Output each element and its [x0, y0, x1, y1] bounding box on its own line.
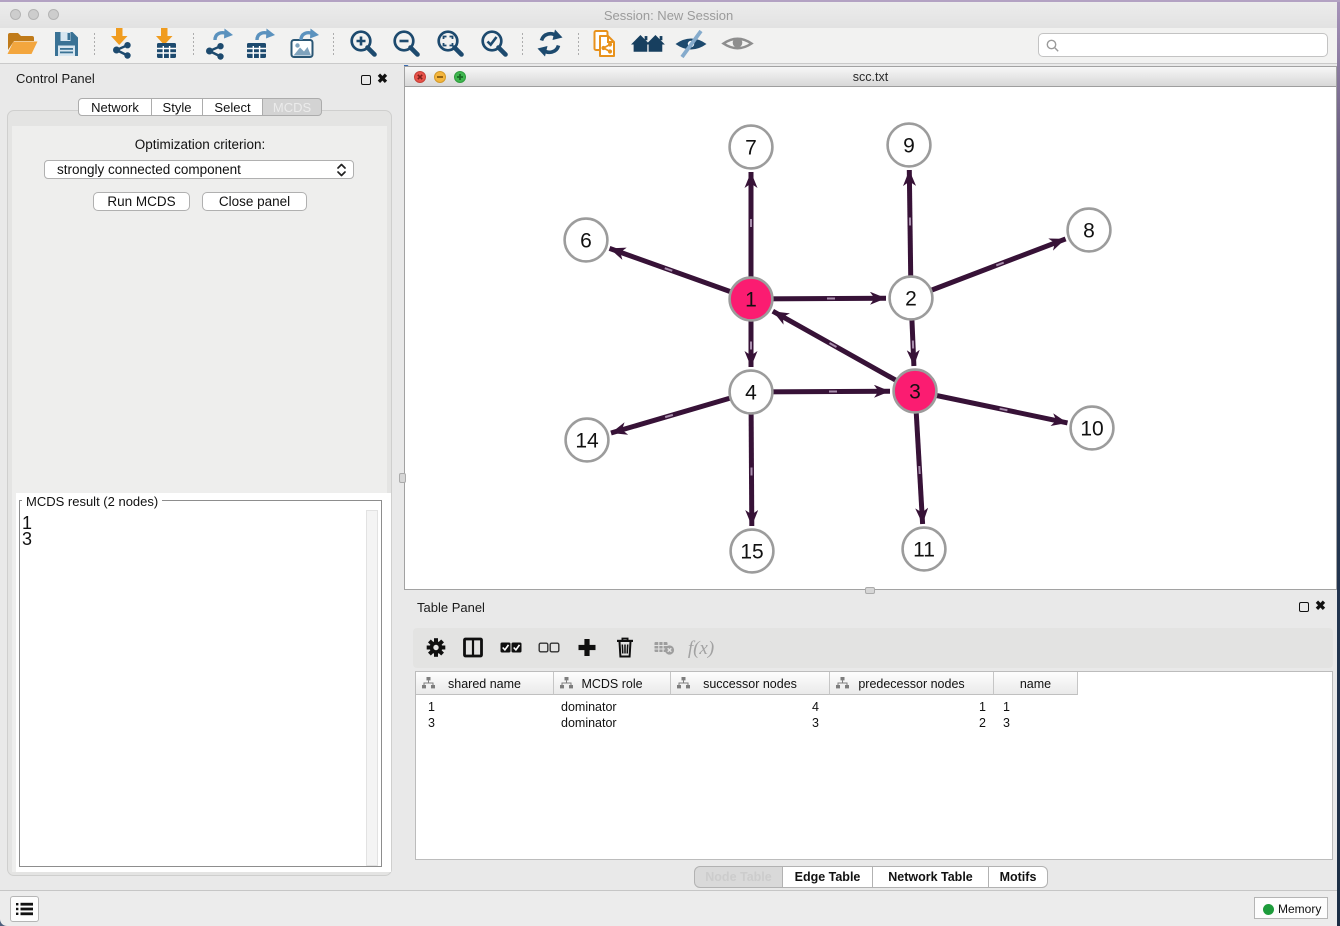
svg-text:9: 9 [903, 134, 915, 157]
svg-text:15: 15 [740, 540, 763, 563]
svg-text:10: 10 [1080, 417, 1103, 440]
svg-text:f(x): f(x) [688, 638, 714, 659]
svg-text:4: 4 [745, 381, 757, 404]
svg-text:11: 11 [913, 538, 935, 561]
svg-text:1: 1 [745, 288, 757, 311]
svg-text:3: 3 [909, 380, 921, 403]
svg-text:14: 14 [575, 429, 599, 452]
svg-text:8: 8 [1083, 219, 1095, 242]
svg-text:7: 7 [745, 136, 757, 159]
svg-text:2: 2 [905, 287, 917, 310]
svg-text:6: 6 [580, 229, 592, 252]
